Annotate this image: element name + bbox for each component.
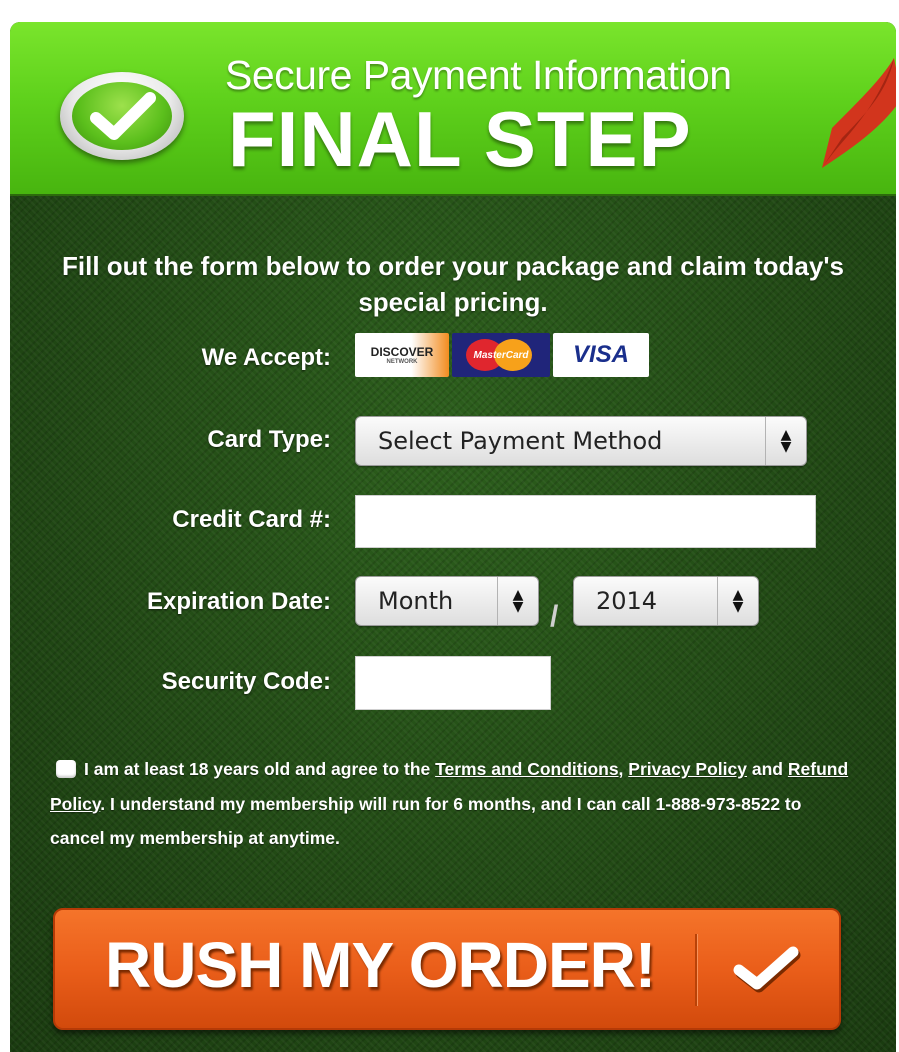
select-arrows-icon: ▲ ▼	[717, 577, 758, 625]
visa-name: VISA	[572, 341, 629, 368]
discover-card-name: DISCOVER	[370, 345, 434, 359]
we-accept-label: We Accept:	[201, 344, 331, 371]
ribbon-decoration	[822, 58, 896, 168]
expiration-month-value: Month	[378, 587, 454, 615]
payment-panel: Secure Payment Information FINAL STEP Fi…	[10, 22, 896, 1052]
header-banner: Secure Payment Information FINAL STEP	[10, 22, 896, 196]
terms-link[interactable]: Terms and Conditions,	[435, 759, 623, 779]
check-badge-icon	[60, 72, 184, 160]
card-type-label: Card Type:	[207, 426, 331, 453]
header-title: FINAL STEP	[228, 95, 692, 183]
terms-agreement: I am at least 18 years old and agree to …	[50, 752, 850, 856]
rush-order-label: RUSH MY ORDER!	[105, 929, 656, 1001]
select-arrows-icon: ▲ ▼	[497, 577, 538, 625]
mastercard-name: MasterCard	[473, 349, 529, 361]
card-type-value: Select Payment Method	[378, 427, 663, 455]
terms-text-1: I am at least 18 years old and agree to …	[84, 759, 431, 779]
expiration-year-value: 2014	[596, 587, 658, 615]
terms-text-2: . I understand my membership will run fo…	[50, 793, 802, 849]
discover-card-sub: NETWORK	[386, 359, 418, 365]
expiration-date-label: Expiration Date:	[146, 588, 331, 615]
expiration-month-select[interactable]: Month ▲ ▼	[355, 576, 539, 626]
expiration-year-select[interactable]: 2014 ▲ ▼	[573, 576, 759, 626]
select-arrows-icon: ▲ ▼	[765, 417, 806, 465]
header-subtitle: Secure Payment Information	[225, 52, 732, 98]
age-terms-checkbox[interactable]	[56, 760, 76, 778]
credit-card-input[interactable]	[355, 495, 816, 548]
security-code-input[interactable]	[355, 656, 551, 710]
discover-card-logo: DISCOVER NETWORK	[355, 333, 449, 377]
card-type-select[interactable]: Select Payment Method ▲ ▼	[355, 416, 807, 466]
intro-text: Fill out the form below to order your pa…	[62, 251, 844, 317]
button-divider	[695, 934, 697, 1006]
accepted-cards: DISCOVER NETWORK MasterCard VISA	[355, 333, 649, 377]
date-separator: /	[550, 600, 559, 633]
checkmark-icon	[733, 946, 801, 993]
mastercard-logo: MasterCard	[452, 333, 550, 377]
visa-logo: VISA	[553, 333, 649, 377]
terms-text-and: and	[751, 759, 783, 779]
rush-order-button[interactable]: RUSH MY ORDER!	[53, 908, 841, 1030]
credit-card-label: Credit Card #:	[172, 506, 331, 533]
security-code-label: Security Code:	[161, 668, 331, 695]
privacy-link[interactable]: Privacy Policy	[628, 759, 747, 779]
